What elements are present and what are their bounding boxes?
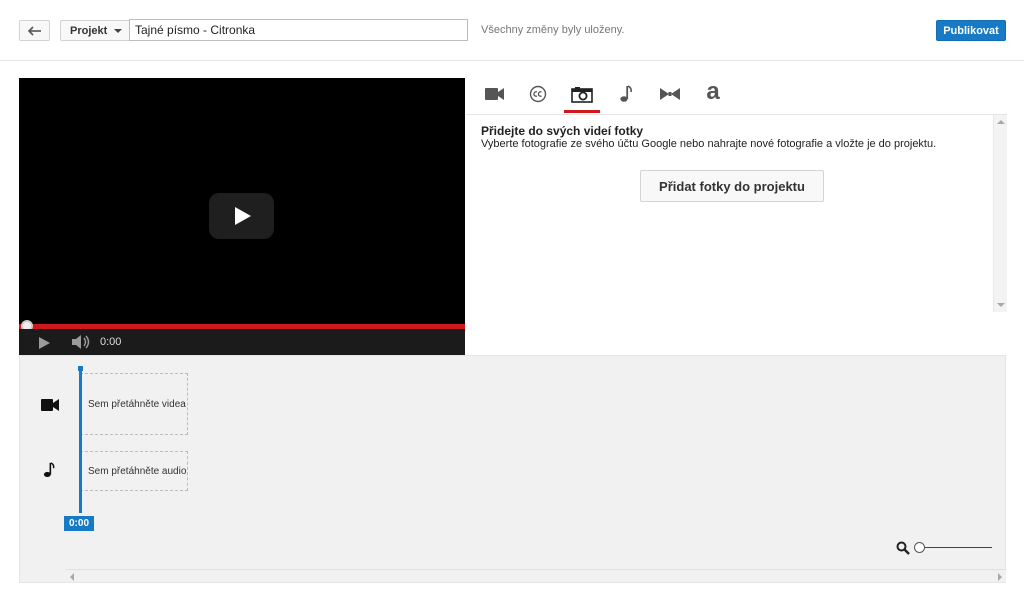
timeline-scrollbar[interactable] bbox=[66, 569, 1006, 582]
video-player[interactable]: 0:00 bbox=[19, 78, 465, 355]
panel-heading: Přidejte do svých videí fotky bbox=[481, 124, 644, 138]
player-controls: 0:00 bbox=[19, 329, 465, 355]
music-note-icon bbox=[43, 462, 55, 478]
back-button[interactable] bbox=[19, 20, 50, 41]
top-toolbar: Projekt Všechny změny byly uloženy. Publ… bbox=[0, 0, 1024, 61]
save-status-text: Všechny změny byly uloženy. bbox=[481, 24, 625, 36]
publish-button[interactable]: Publikovat bbox=[936, 20, 1006, 41]
audio-drop-zone[interactable]: Sem přetáhněte audio bbox=[80, 451, 188, 491]
tab-transitions[interactable] bbox=[652, 78, 688, 110]
tab-photos[interactable] bbox=[564, 78, 600, 113]
editor-tabs: a bbox=[476, 78, 1006, 114]
volume-icon[interactable] bbox=[71, 334, 91, 350]
video-camera-icon bbox=[41, 399, 59, 411]
zoom-slider[interactable] bbox=[920, 547, 992, 548]
playhead[interactable] bbox=[79, 370, 82, 513]
playhead-time[interactable]: 0:00 bbox=[64, 516, 94, 531]
play-icon bbox=[235, 207, 251, 225]
tab-text[interactable]: a bbox=[695, 78, 731, 110]
play-icon[interactable] bbox=[39, 337, 50, 349]
transitions-icon bbox=[660, 88, 680, 100]
camera-icon bbox=[571, 86, 593, 103]
photos-panel: Přidejte do svých videí fotky Vyberte fo… bbox=[466, 114, 1007, 312]
music-note-icon bbox=[620, 85, 632, 102]
zoom-icon bbox=[896, 541, 910, 555]
project-menu-label: Projekt bbox=[70, 24, 108, 37]
tab-captions[interactable] bbox=[520, 78, 556, 110]
tab-audio[interactable] bbox=[608, 78, 644, 110]
video-drop-label: Sem přetáhněte videa bbox=[88, 398, 186, 410]
scroll-right-icon[interactable] bbox=[998, 573, 1002, 581]
current-time: 0:00 bbox=[100, 336, 122, 348]
project-title-input[interactable] bbox=[129, 19, 468, 41]
text-icon: a bbox=[706, 78, 720, 105]
chevron-down-icon bbox=[114, 28, 123, 33]
video-drop-zone[interactable]: Sem přetáhněte videa bbox=[80, 373, 188, 435]
scroll-up-icon[interactable] bbox=[997, 120, 1005, 124]
audio-drop-label: Sem přetáhněte audio bbox=[88, 465, 187, 477]
closed-captions-icon bbox=[529, 85, 547, 103]
scroll-down-icon[interactable] bbox=[997, 303, 1005, 307]
tab-video[interactable] bbox=[477, 78, 513, 110]
zoom-slider-handle[interactable] bbox=[914, 542, 925, 553]
project-menu-button[interactable]: Projekt bbox=[60, 20, 130, 41]
timeline: Sem přetáhněte videa Sem přetáhněte audi… bbox=[19, 355, 1006, 583]
add-photos-button[interactable]: Přidat fotky do projektu bbox=[640, 170, 824, 202]
arrow-back-icon bbox=[27, 25, 41, 36]
big-play-button[interactable] bbox=[209, 193, 274, 239]
panel-description: Vyberte fotografie ze svého účtu Google … bbox=[481, 138, 937, 150]
scroll-left-icon[interactable] bbox=[70, 573, 74, 581]
panel-scrollbar[interactable] bbox=[993, 115, 1007, 312]
video-camera-icon bbox=[485, 88, 504, 100]
